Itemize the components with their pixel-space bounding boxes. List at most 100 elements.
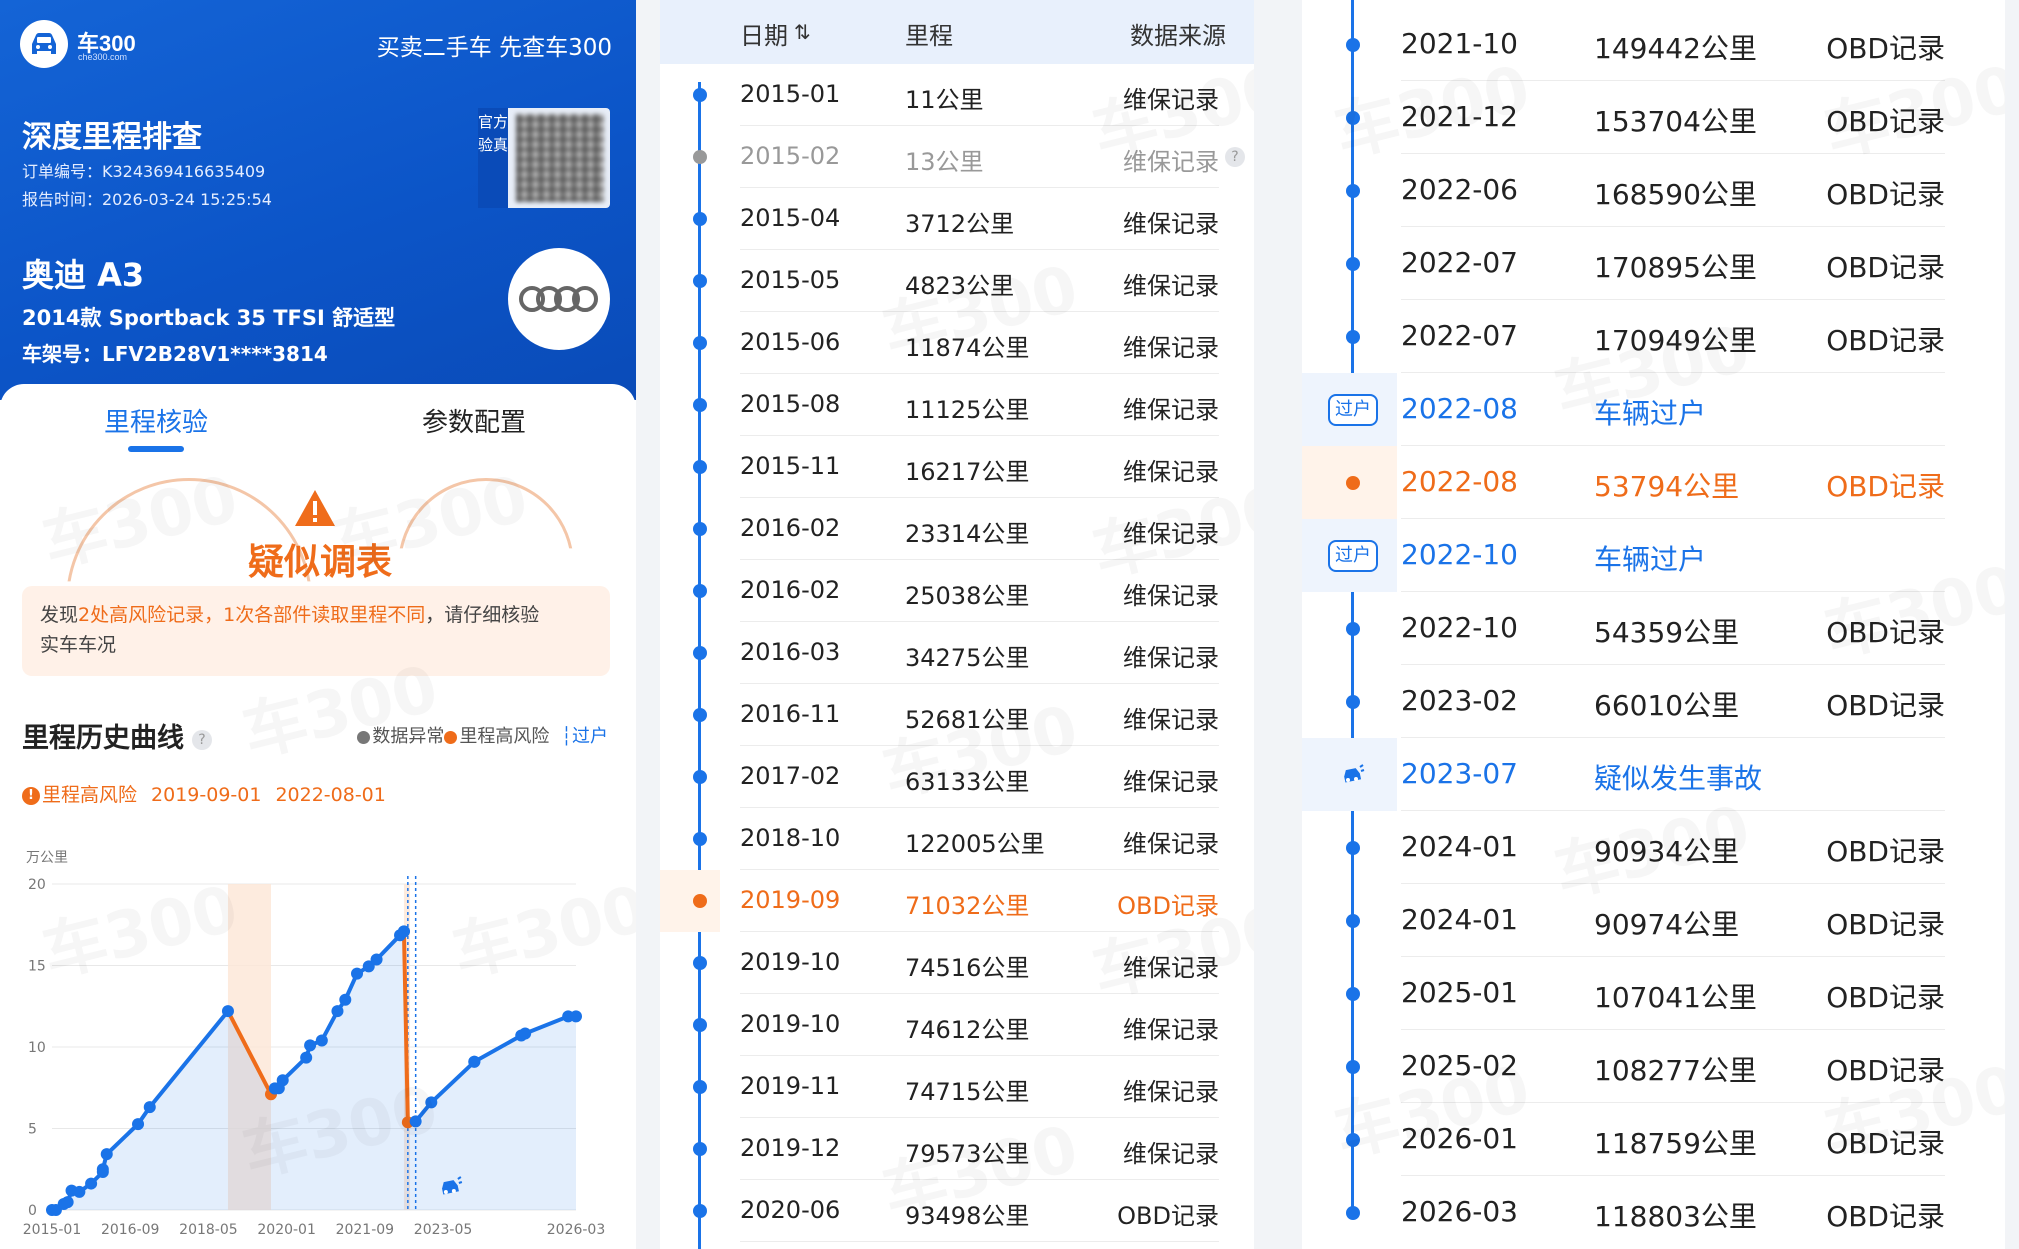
record-date: 2015-08 xyxy=(740,390,841,419)
record-mileage: 53794公里 xyxy=(1594,470,1740,504)
record-source: OBD记录 xyxy=(1826,1200,1945,1234)
legend-transfer: 过户 xyxy=(572,726,608,747)
data-point xyxy=(96,1163,109,1176)
timeline-dot xyxy=(1346,110,1360,125)
record-source: OBD记录 xyxy=(1826,105,1945,139)
data-point xyxy=(315,1034,328,1047)
data-point xyxy=(397,925,410,938)
timeline-row: 2019-10 74516公里 维保记录 xyxy=(660,932,1254,994)
record-source: OBD记录 xyxy=(1117,892,1219,921)
chart-legend: 数据异常 里程高风险 ┆过户 xyxy=(357,722,608,748)
record-date: 2016-02 xyxy=(740,576,841,605)
record-source: 维保记录 xyxy=(1123,830,1219,859)
record-mileage: 车辆过户 xyxy=(1594,543,1707,577)
risk-date-2[interactable]: 2022-08-01 xyxy=(275,784,385,806)
verdict-label: 疑似调表 xyxy=(248,542,393,583)
record-date: 2024-01 xyxy=(1401,830,1518,864)
timeline-row: 2026-03 118803公里 OBD记录 xyxy=(1302,1176,2005,1249)
timeline-row: 2016-11 52681公里 维保记录 xyxy=(660,684,1254,746)
audi-rings-icon xyxy=(519,286,598,312)
record-source: OBD记录 xyxy=(1826,689,1945,723)
alert-suffix: ，请仔细核验 xyxy=(425,604,540,626)
timeline-row: 2019-12 79573公里 维保记录 xyxy=(660,1118,1254,1180)
record-source: OBD记录 xyxy=(1826,470,1945,504)
data-point xyxy=(100,1148,113,1161)
tab-parameters[interactable]: 参数配置 xyxy=(422,402,526,439)
record-mileage: 170895公里 xyxy=(1594,251,1757,285)
timeline-row: 2019-09 71032公里 OBD记录 xyxy=(660,870,1254,932)
timeline-dot xyxy=(1346,621,1360,636)
record-date: 2025-01 xyxy=(1401,976,1518,1010)
verify-qr-block[interactable]: 官方验真 xyxy=(478,108,610,208)
timeline-dot xyxy=(693,522,707,536)
record-mileage: 车辆过户 xyxy=(1594,397,1707,431)
help-icon[interactable]: ? xyxy=(1225,147,1245,167)
timeline-row: 2022-06 168590公里 OBD记录 xyxy=(1302,154,2005,227)
sort-icon[interactable]: ⇅ xyxy=(794,20,811,44)
abnormal-dot-icon xyxy=(357,730,371,744)
record-mileage: 79573公里 xyxy=(905,1140,1030,1169)
record-source: 维保记录 xyxy=(1123,582,1219,611)
data-point xyxy=(370,953,383,966)
data-point xyxy=(339,993,352,1006)
record-source: OBD记录 xyxy=(1826,251,1945,285)
timeline-row: 2015-05 4823公里 维保记录 xyxy=(660,250,1254,312)
record-mileage: 118759公里 xyxy=(1594,1127,1757,1161)
record-mileage: 34275公里 xyxy=(905,644,1030,673)
x-tick-label: 2016-09 xyxy=(101,1222,160,1238)
timeline-dot xyxy=(1346,37,1360,52)
tab-mileage-check[interactable]: 里程核验 xyxy=(104,402,208,439)
record-mileage: 74715公里 xyxy=(905,1078,1030,1107)
data-point xyxy=(132,1118,145,1131)
record-source: OBD记录 xyxy=(1826,908,1945,942)
record-mileage: 71032公里 xyxy=(905,892,1030,921)
timeline-row: 2015-02 13公里 维保记录? xyxy=(660,126,1254,188)
record-date: 2022-10 xyxy=(1401,538,1518,572)
record-date: 2025-02 xyxy=(1401,1049,1518,1083)
record-source: 维保记录 xyxy=(1123,210,1219,239)
record-source: 维保记录 xyxy=(1123,706,1219,735)
record-source: 维保记录 xyxy=(1123,458,1219,487)
record-date: 2015-04 xyxy=(740,204,841,233)
timeline-row: 2025-01 107041公里 OBD记录 xyxy=(1302,957,2005,1030)
table-header: 日期 ⇅ 里程 数据来源 xyxy=(660,0,1254,64)
transfer-dash-icon: ┆ xyxy=(561,726,572,747)
x-tick-label: 2026-03 xyxy=(547,1222,606,1238)
data-point xyxy=(468,1055,481,1068)
timeline-row: 2025-02 108277公里 OBD记录 xyxy=(1302,1030,2005,1103)
timeline-dot xyxy=(693,956,707,970)
data-point xyxy=(143,1101,156,1114)
legend-abnormal: 数据异常 xyxy=(372,726,445,747)
record-source: 维保记录 xyxy=(1123,1016,1219,1045)
mileage-records-table: 日期 ⇅ 里程 数据来源 2015-01 11公里 维保记录 2015-02 13公里维… xyxy=(660,0,1254,1249)
record-source: OBD记录 xyxy=(1826,1127,1945,1161)
timeline-dot xyxy=(693,398,707,412)
data-point xyxy=(85,1177,98,1190)
help-icon[interactable]: ? xyxy=(192,729,212,750)
risk-alert-box: 发现2处高风险记录，1次各部件读取里程不同，请仔细核验 实车车况 xyxy=(22,586,610,676)
alert-prefix: 发现 xyxy=(40,604,79,626)
record-source: 维保记录 xyxy=(1123,148,1219,177)
record-mileage: 107041公里 xyxy=(1594,981,1757,1015)
record-source: OBD记录 xyxy=(1826,178,1945,212)
record-date: 2024-01 xyxy=(1401,903,1518,937)
record-mileage: 118803公里 xyxy=(1594,1200,1757,1234)
x-tick-label: 2023-05 xyxy=(414,1222,473,1238)
header-date[interactable]: 日期 xyxy=(740,16,788,51)
data-point xyxy=(351,967,364,980)
data-point xyxy=(409,1115,422,1128)
data-point xyxy=(61,1196,74,1209)
record-date: 2016-11 xyxy=(740,700,841,729)
record-mileage: 90974公里 xyxy=(1594,908,1740,942)
history-title-text: 里程历史曲线 xyxy=(22,723,184,754)
active-tab-indicator xyxy=(128,446,184,452)
alert-highlight: 2处高风险记录，1次各部件读取里程不同 xyxy=(78,604,426,626)
timeline-row: 2022-07 170949公里 OBD记录 xyxy=(1302,300,2005,373)
record-source: OBD记录 xyxy=(1117,1202,1219,1231)
record-source: 维保记录 xyxy=(1123,86,1219,115)
timeline-row: 2015-11 16217公里 维保记录 xyxy=(660,436,1254,498)
risk-date-1[interactable]: 2019-09-01 xyxy=(151,784,261,806)
record-source: 维保记录 xyxy=(1123,644,1219,673)
record-date: 2016-02 xyxy=(740,514,841,543)
accident-car-icon xyxy=(1344,763,1365,783)
